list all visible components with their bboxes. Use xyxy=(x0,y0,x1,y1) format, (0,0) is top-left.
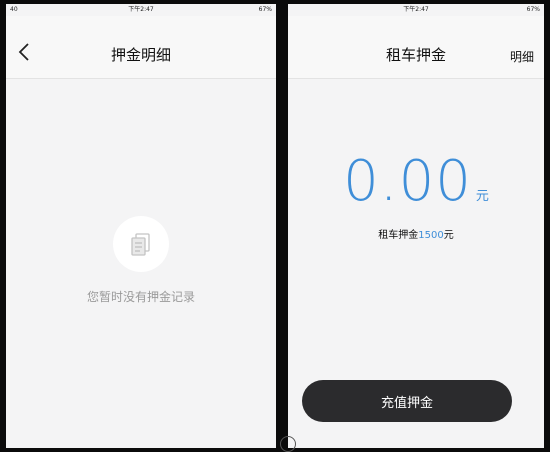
rental-deposit-screen: 下午2:47 67% 租车押金 明细 0.00 元 租车押金1500元 充值押金 xyxy=(288,4,544,448)
home-button-icon[interactable] xyxy=(280,436,296,452)
status-bar: 40 下午2:47 67% xyxy=(6,4,276,16)
empty-state: 您暂时没有押金记录 xyxy=(6,216,276,305)
deposit-amount: 0.00 元 xyxy=(288,149,544,214)
page-title: 租车押金 xyxy=(385,46,446,64)
nav-bar: 租车押金 明细 xyxy=(288,16,544,79)
deposit-unit: 元 xyxy=(443,230,454,241)
deposit-requirement: 租车押金1500元 xyxy=(288,226,544,241)
document-icon xyxy=(113,216,169,272)
battery-text: 67% xyxy=(526,6,540,13)
status-time: 下午2:47 xyxy=(128,6,154,13)
status-time: 下午2:47 xyxy=(403,6,429,13)
deposit-value: 1500 xyxy=(418,230,444,241)
status-bar: 下午2:47 67% xyxy=(288,4,544,16)
empty-message: 您暂时没有押金记录 xyxy=(86,290,195,304)
detail-link[interactable]: 明细 xyxy=(510,48,534,65)
amount-value: 0.00 xyxy=(343,149,472,214)
recharge-deposit-button[interactable]: 充值押金 xyxy=(302,380,512,422)
amount-unit: 元 xyxy=(475,189,489,204)
nav-bar: 押金明细 xyxy=(6,16,276,79)
page-title: 押金明细 xyxy=(110,46,171,64)
deposit-detail-screen: 40 下午2:47 67% 押金明细 您暂时没有押金记录 xyxy=(6,4,276,448)
deposit-label: 租车押金 xyxy=(378,230,419,241)
battery-text: 67% xyxy=(258,6,272,13)
